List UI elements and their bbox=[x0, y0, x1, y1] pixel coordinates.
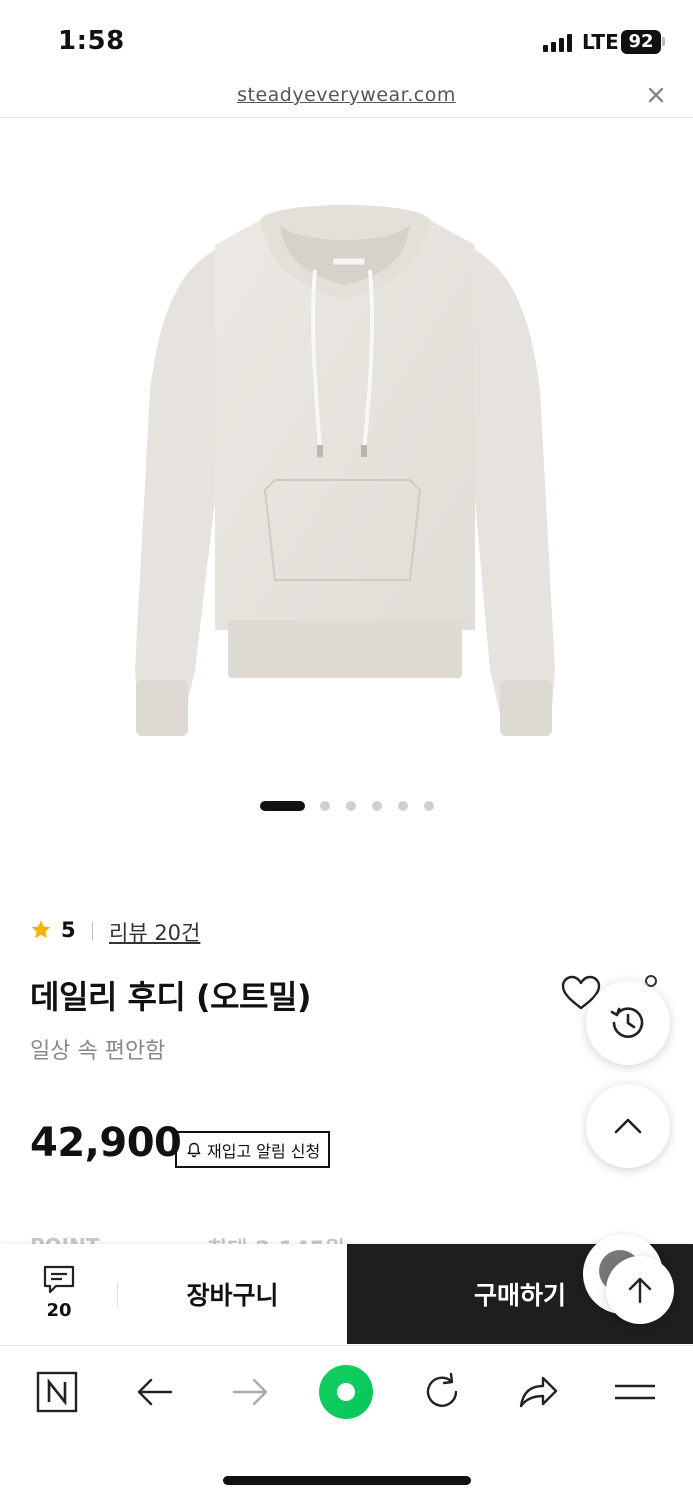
share-arrow-icon bbox=[519, 1376, 558, 1408]
arrow-up-icon bbox=[628, 1277, 652, 1304]
inquiry-count: 20 bbox=[46, 1300, 72, 1321]
forward-button[interactable] bbox=[227, 1368, 275, 1416]
rating-value: 5 bbox=[61, 918, 76, 942]
battery-icon: 92 bbox=[621, 30, 661, 54]
close-icon[interactable] bbox=[645, 84, 667, 106]
back-arrow-icon bbox=[137, 1378, 173, 1406]
url-text[interactable]: steadyeverywear.com bbox=[0, 84, 693, 106]
status-time: 1:58 bbox=[58, 26, 125, 56]
product-subtitle: 일상 속 편안함 bbox=[30, 1039, 166, 1064]
product-image[interactable] bbox=[120, 190, 570, 750]
green-dot-icon bbox=[319, 1365, 373, 1419]
scroll-up-button[interactable] bbox=[606, 1256, 674, 1324]
restock-alert-label: 재입고 알림 신청 bbox=[207, 1141, 321, 1161]
share-button[interactable] bbox=[514, 1368, 562, 1416]
bell-icon bbox=[187, 1142, 201, 1157]
naver-n-icon bbox=[36, 1371, 78, 1413]
forward-arrow-icon bbox=[232, 1378, 268, 1406]
pagination-dot[interactable] bbox=[372, 801, 382, 811]
pagination-dot[interactable] bbox=[424, 801, 434, 811]
refresh-icon bbox=[426, 1372, 458, 1407]
product-price: 42,900 bbox=[30, 1120, 182, 1166]
url-bar: steadyeverywear.com bbox=[0, 80, 693, 118]
recent-history-button[interactable] bbox=[586, 981, 670, 1065]
inquiry-button[interactable]: 20 bbox=[30, 1264, 88, 1324]
star-icon bbox=[31, 920, 51, 939]
pagination-dot[interactable] bbox=[398, 801, 408, 811]
cart-button[interactable]: 장바구니 bbox=[118, 1244, 347, 1344]
rating-separator bbox=[92, 922, 93, 940]
menu-button[interactable] bbox=[611, 1368, 659, 1416]
scroll-top-button[interactable] bbox=[586, 1084, 670, 1168]
network-label: LTE bbox=[582, 30, 619, 54]
naver-green-button[interactable] bbox=[318, 1364, 374, 1420]
naver-home-button[interactable] bbox=[33, 1368, 81, 1416]
signal-icon bbox=[543, 34, 577, 52]
pagination-dot-active[interactable] bbox=[260, 801, 305, 811]
pagination-dot[interactable] bbox=[346, 801, 356, 811]
battery-tip bbox=[662, 37, 665, 46]
restock-alert-button[interactable]: 재입고 알림 신청 bbox=[175, 1131, 330, 1168]
back-button[interactable] bbox=[130, 1368, 178, 1416]
menu-icon bbox=[615, 1384, 655, 1400]
chat-icon bbox=[43, 1265, 75, 1294]
history-icon bbox=[610, 1007, 644, 1038]
status-bar: 1:58 LTE 92 bbox=[0, 0, 693, 80]
chevron-up-icon bbox=[614, 1118, 642, 1134]
review-link[interactable]: 리뷰 20건 bbox=[109, 917, 200, 947]
pagination-dot[interactable] bbox=[320, 801, 330, 811]
product-title: 데일리 후디 (오트밀) bbox=[30, 978, 312, 1016]
home-indicator bbox=[223, 1476, 471, 1485]
refresh-button[interactable] bbox=[418, 1368, 466, 1416]
